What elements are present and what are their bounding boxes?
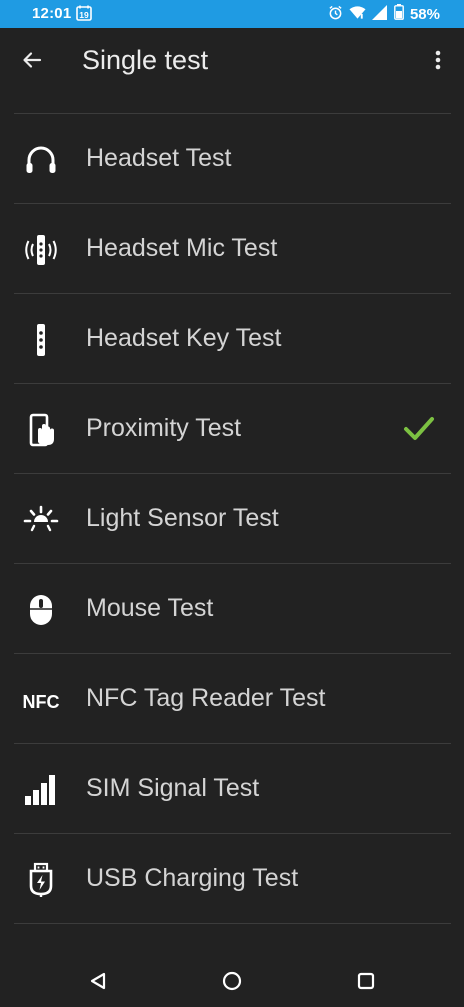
test-item-headset-mic[interactable]: Headset Mic Test (14, 203, 451, 293)
test-item-headset[interactable]: Headset Test (14, 113, 451, 203)
home-circle-icon (222, 971, 242, 991)
calendar-day: 19 (79, 10, 89, 20)
nfc-icon-text: NFC (23, 692, 60, 712)
battery-percent: 58% (409, 5, 440, 23)
page-title: Single test (82, 45, 209, 75)
app-bar: Single test (0, 28, 464, 94)
test-item-sim-signal[interactable]: SIM Signal Test (14, 743, 451, 833)
test-item-label: Headset Key Test (86, 324, 282, 352)
recents-square-icon (357, 972, 375, 990)
system-nav-bar (0, 953, 464, 1007)
overflow-menu-button[interactable] (426, 44, 450, 76)
test-item-proximity[interactable]: Proximity Test (14, 383, 451, 473)
test-item-light-sensor[interactable]: Light Sensor Test (14, 473, 451, 563)
nav-recents-button[interactable] (352, 967, 380, 995)
test-item-label: NFC Tag Reader Test (86, 684, 326, 712)
nav-back-button[interactable] (84, 967, 112, 995)
headset-key-icon (22, 321, 60, 359)
test-item-mouse[interactable]: Mouse Test (14, 563, 451, 653)
back-triangle-icon (90, 972, 106, 990)
test-item-label: Light Sensor Test (86, 504, 279, 532)
test-item-label: Headset Test (86, 144, 232, 172)
nav-home-button[interactable] (218, 967, 246, 995)
test-item-label: Proximity Test (86, 414, 242, 442)
test-item-label: USB Charging Test (86, 864, 299, 892)
more-vert-icon (435, 50, 441, 70)
test-item-label: SIM Signal Test (86, 774, 260, 802)
check-icon (403, 414, 435, 444)
calendar-icon: 19 (76, 5, 92, 21)
test-list: Headset Test Headset Mic Test Headset Ke… (14, 113, 451, 924)
wifi-icon (349, 5, 366, 24)
headset-icon (22, 141, 60, 179)
sim-signal-icon (22, 771, 60, 809)
mouse-icon (22, 591, 60, 629)
status-time: 12:01 (32, 5, 72, 22)
back-button[interactable] (16, 44, 48, 76)
usb-charging-icon (22, 861, 60, 899)
battery-icon (394, 4, 404, 24)
signal-icon (371, 4, 388, 24)
test-item-label: Mouse Test (86, 594, 214, 622)
proximity-icon (22, 411, 60, 449)
light-sensor-icon (22, 501, 60, 539)
test-item-headset-key[interactable]: Headset Key Test (14, 293, 451, 383)
nfc-icon: NFC (22, 681, 60, 719)
headset-mic-icon (22, 231, 60, 269)
test-item-usb-charging[interactable]: USB Charging Test (14, 833, 451, 924)
alarm-icon (328, 5, 343, 24)
status-icons: 58% (328, 4, 440, 24)
status-bar: 12:01 19 58% (0, 0, 464, 28)
arrow-left-icon (23, 52, 42, 68)
test-item-label: Headset Mic Test (86, 234, 278, 262)
test-item-nfc[interactable]: NFC NFC Tag Reader Test (14, 653, 451, 743)
